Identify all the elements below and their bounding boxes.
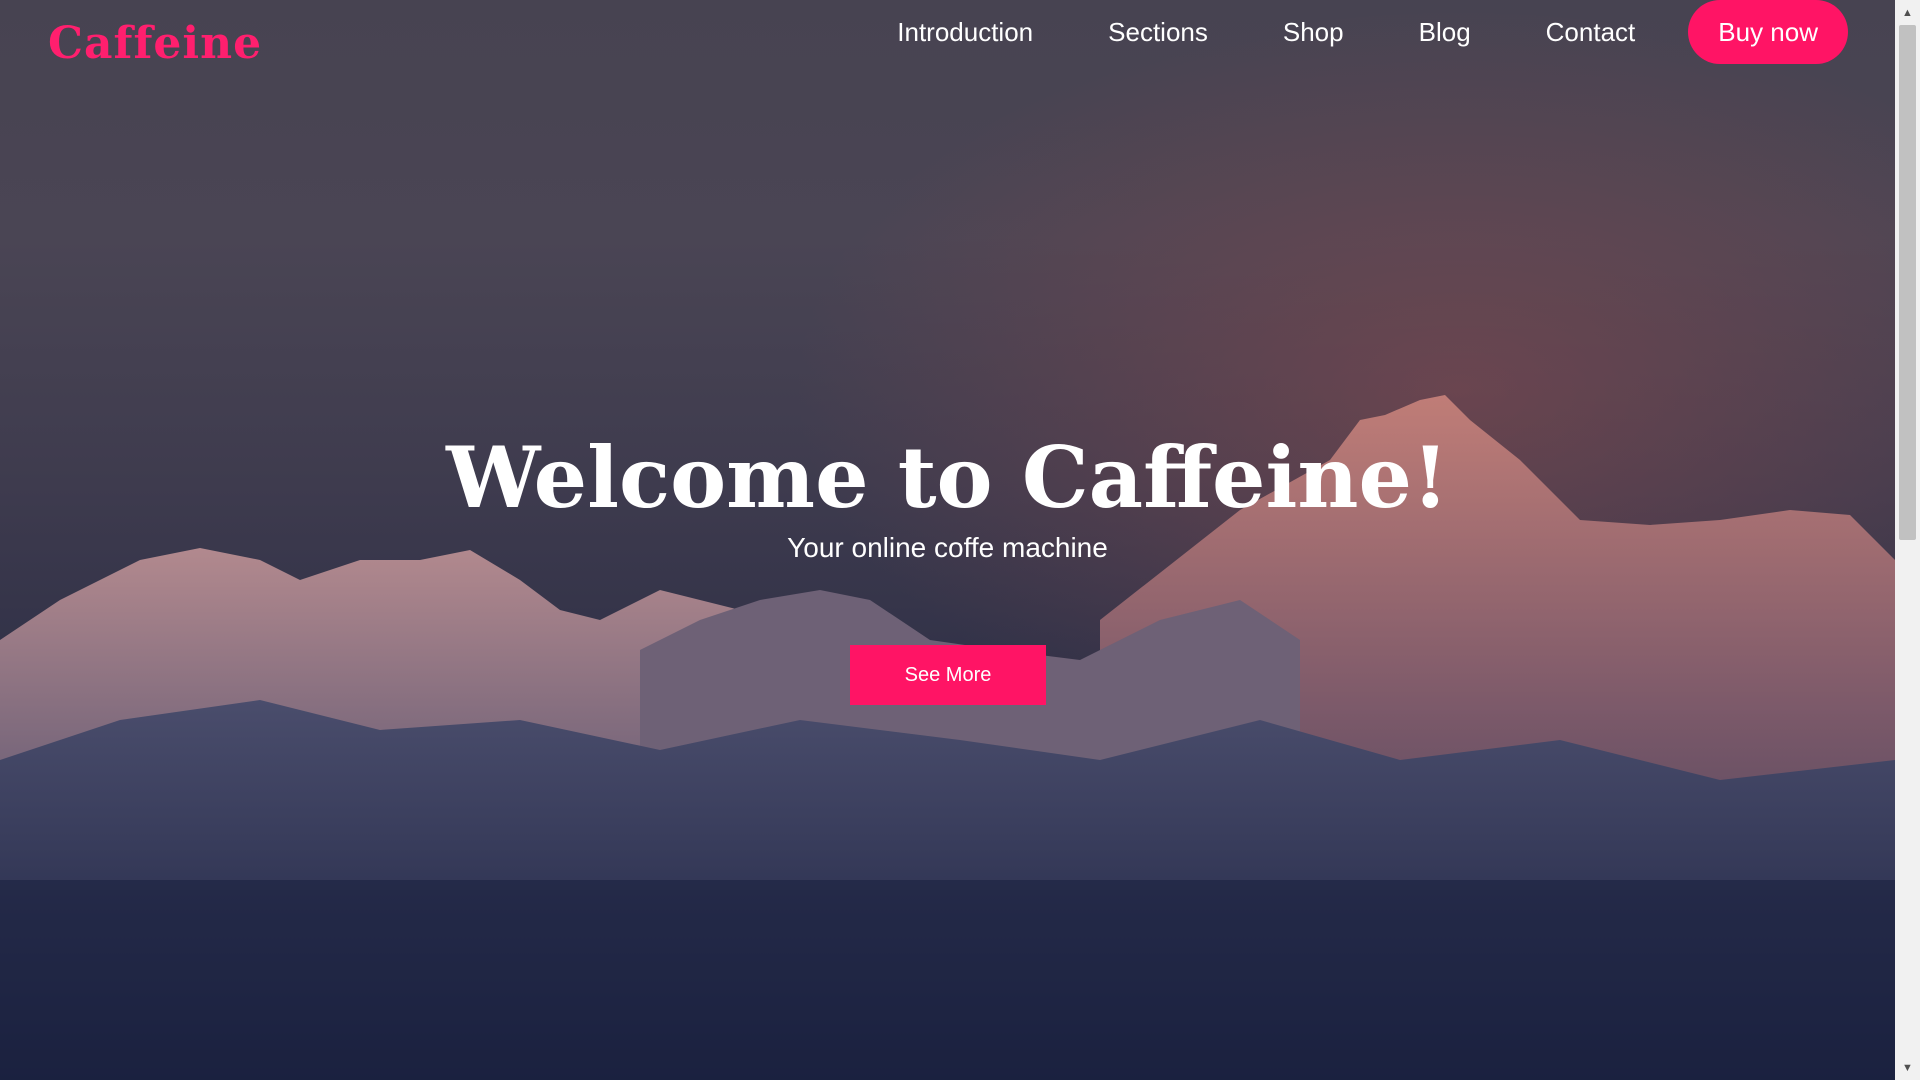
main-nav: Introduction Sections Shop Blog Contact … [897,0,1848,64]
nav-link-shop[interactable]: Shop [1283,17,1344,48]
see-more-button[interactable]: See More [850,645,1046,705]
nav-link-sections[interactable]: Sections [1108,17,1208,48]
brand-logo[interactable]: Caffeine [48,18,262,69]
scroll-down-arrow-icon[interactable]: ▼ [1895,1055,1920,1080]
scroll-up-arrow-icon[interactable]: ▲ [1895,0,1920,25]
vertical-scrollbar[interactable]: ▲ ▼ [1895,0,1920,1080]
scrollbar-thumb[interactable] [1899,25,1916,540]
nav-link-contact[interactable]: Contact [1546,17,1636,48]
buy-now-button[interactable]: Buy now [1688,0,1848,64]
nav-link-blog[interactable]: Blog [1419,17,1471,48]
page: Caffeine Introduction Sections Shop Blog… [0,0,1920,1080]
hero-subtitle: Your online coffe machine [787,532,1108,563]
hero-title: Welcome to Caffeine! [446,428,1449,527]
nav-link-introduction[interactable]: Introduction [897,17,1033,48]
